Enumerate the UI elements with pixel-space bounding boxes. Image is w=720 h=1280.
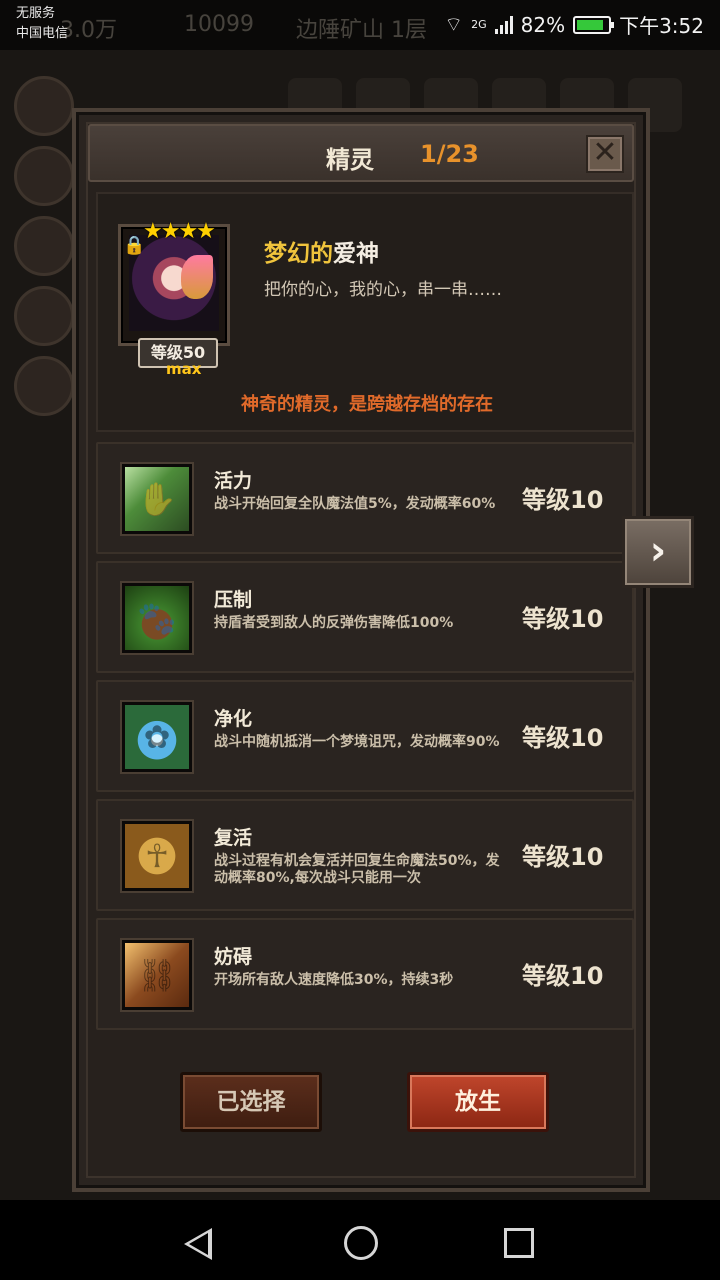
spirit-count: 1/23: [420, 140, 479, 168]
spirit-dialog: 精灵 1/23 ✕ 🔒 ★★★★ 等级50 max 梦幻的爱神 把你的心，我的心…: [72, 108, 650, 1192]
purify-icon: ✿: [122, 702, 192, 772]
party-avatar: [14, 76, 74, 136]
revive-icon: ☥: [122, 821, 192, 891]
hud-coins: 3.0万: [60, 18, 117, 43]
skill-description: 持盾者受到敌人的反弹伤害降低100%: [214, 615, 454, 631]
spirit-name-prefix: 梦幻的: [264, 241, 333, 267]
skill-description: 战斗过程有机会复活并回复生命魔法50%，发动概率80%,每次战斗只能用一次: [214, 853, 500, 886]
hud-gems: 10099: [184, 12, 254, 37]
party-avatar: [14, 146, 74, 206]
close-icon: ✕: [592, 135, 618, 170]
hinder-icon: ⛓: [122, 940, 192, 1010]
system-nav-bar: [0, 1200, 720, 1280]
skill-name: 净化: [214, 708, 253, 730]
spirit-note: 神奇的精灵，是跨越存档的存在: [241, 394, 493, 415]
dialog-title-bar: 精灵 1/23 ✕: [88, 124, 634, 182]
spirit-name-main: 爱神: [333, 241, 379, 267]
skill-description: 战斗中随机抵消一个梦境诅咒，发动概率90%: [214, 734, 500, 750]
skill-level: 等级10: [522, 486, 604, 514]
party-avatar: [14, 216, 74, 276]
skill-level: 等级10: [522, 605, 604, 633]
close-button[interactable]: ✕: [586, 135, 624, 173]
skill-row: ☥ 复活 战斗过程有机会复活并回复生命魔法50%，发动概率80%,每次战斗只能用…: [96, 799, 634, 911]
skill-row: ✿ 净化 战斗中随机抵消一个梦境诅咒，发动概率90% 等级10: [96, 680, 634, 792]
home-icon[interactable]: [344, 1226, 378, 1260]
dialog-title: 精灵: [326, 146, 374, 174]
skill-description: 战斗开始回复全队魔法值5%，发动概率60%: [214, 496, 496, 512]
recent-apps-icon[interactable]: [504, 1228, 534, 1258]
party-avatar: [14, 356, 74, 416]
skill-row: ✋ 活力 战斗开始回复全队魔法值5%，发动概率60% 等级10: [96, 442, 634, 554]
skill-name: 活力: [214, 470, 253, 492]
selected-button[interactable]: 已选择: [180, 1072, 322, 1132]
star-rating: ★★★★: [143, 219, 216, 244]
spirit-portrait[interactable]: 🔒 ★★★★: [118, 219, 230, 346]
party-avatar: [14, 286, 74, 346]
spirit-description: 把你的心，我的心，串一串……: [264, 280, 502, 300]
skill-row: ⛓ 妨碍 开场所有敌人速度降低30%，持续3秒 等级10: [96, 918, 634, 1030]
background-hud: 3.0万 10099 边陲矿山 1层: [0, 0, 720, 50]
skill-description: 开场所有敌人速度降低30%，持续3秒: [214, 972, 454, 988]
skill-name: 复活: [214, 827, 253, 849]
hud-location: 边陲矿山 1层: [296, 18, 427, 43]
max-label: max: [166, 360, 202, 378]
wing-decoration: [181, 255, 213, 299]
skill-level: 等级10: [522, 962, 604, 990]
suppress-icon: 🐾: [122, 583, 192, 653]
skill-row: 🐾 压制 持盾者受到敌人的反弹伤害降低100% 等级10: [96, 561, 634, 673]
vitality-icon: ✋: [122, 464, 192, 534]
spirit-name: 梦幻的爱神: [264, 234, 379, 268]
skill-name: 压制: [214, 589, 253, 611]
back-icon[interactable]: [184, 1228, 212, 1260]
skill-level: 等级10: [522, 724, 604, 752]
spirit-info-panel: 🔒 ★★★★ 等级50 max 梦幻的爱神 把你的心，我的心，串一串…… 神奇的…: [96, 192, 634, 432]
skill-level: 等级10: [522, 843, 604, 871]
skill-name: 妨碍: [214, 946, 253, 968]
next-spirit-button[interactable]: ›: [622, 516, 694, 588]
chevron-right-icon: ›: [649, 528, 667, 574]
release-button[interactable]: 放生: [407, 1072, 549, 1132]
